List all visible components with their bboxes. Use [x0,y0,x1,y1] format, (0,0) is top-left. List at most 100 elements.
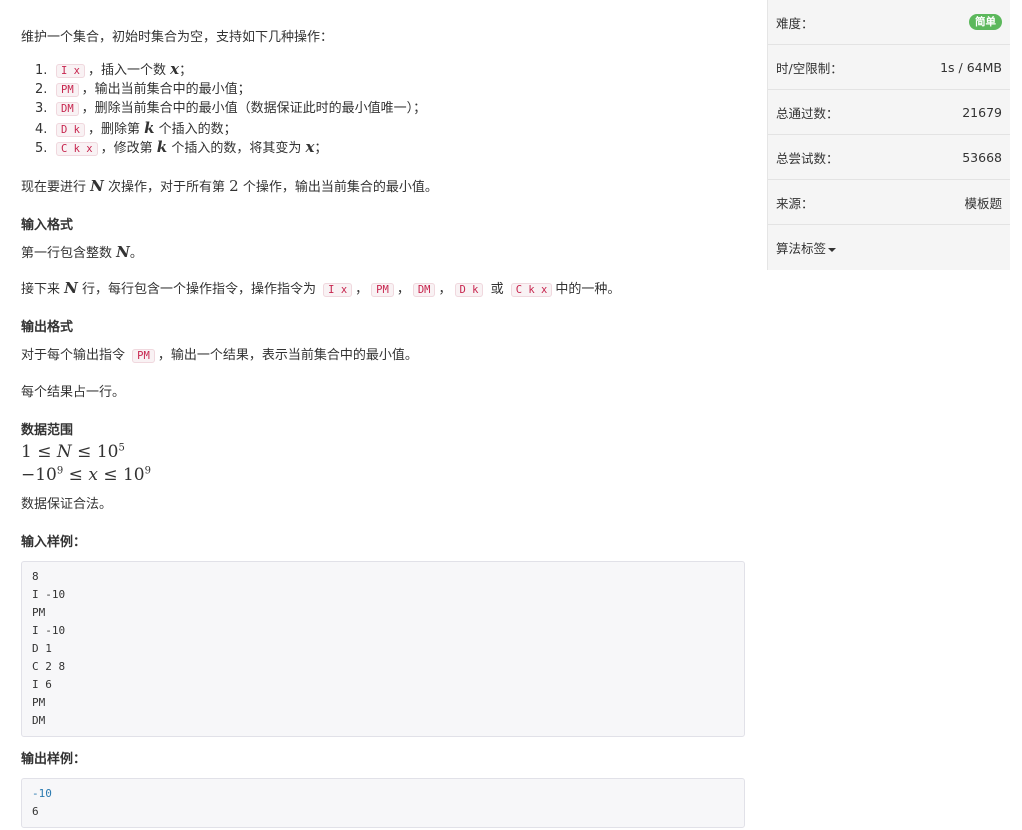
code-line: 6 [32,805,39,818]
code-line: 8 [32,570,39,583]
code-snippet: D k [454,283,484,297]
math-operator: ≤ [68,465,83,485]
math-var: x [88,465,98,485]
input-line-2: 接下来 N 行，每行包含一个操作指令，操作指令为 I x， PM， DM， D k 或… [21,278,620,297]
input-format-heading: 输入格式 [21,218,74,233]
code-snippet: PM [371,283,394,297]
math-number: 1 [21,442,32,462]
tried-row: 总尝试数： 53668 [768,135,1010,180]
math-number: −10 [21,465,57,485]
code-snippet: PM [132,349,155,363]
output-text: ，输出一个结果，表示当前集合中的最小值。 [157,348,418,363]
code-snippet: C k x [510,283,553,297]
sample-input-heading: 输入样例： [21,535,87,550]
operation-text: ，插入一个数 [87,63,166,78]
code-snippet: DM [56,102,79,116]
tags-dropdown[interactable]: 算法标签 [776,238,837,257]
output-line-2: 每个结果占一行。 [21,385,126,400]
code-line: C 2 8 [32,660,66,673]
summary-text: 个操作，输出当前集合的最小值。 [242,180,438,195]
separator: ， [396,282,410,297]
operation-item: 2. PM ，输出当前集合中的最小值； [35,80,426,100]
math-number: 2 [229,177,239,195]
tags-label: 算法标签 [776,241,827,256]
tried-value: 53668 [962,149,1002,165]
math-var: x [170,60,180,78]
operation-item: 1. I x ，插入一个数 x； [35,60,426,80]
problem-info-sidebar: 难度： 简单 时/空限制： 1s / 64MB 总通过数： 21679 总尝试数… [767,0,1010,270]
operation-item: 3. DM ，删除当前集合中的最小值（数据保证此时的最小值唯一）； [35,99,426,119]
code-line: D 1 [32,642,52,655]
operation-text: 个插入的数； [158,121,237,137]
code-snippet: D k [56,122,85,137]
source-label: 来源： [776,195,814,211]
operation-text: ，删除第 [87,121,140,137]
tried-label: 总尝试数： [776,150,839,166]
tags-row[interactable]: 算法标签 [768,225,1010,270]
sample-output-heading: 输出样例： [21,752,87,767]
operation-item: 4. D k ，删除第 k 个插入的数； [35,119,426,139]
math-var: N [64,279,78,297]
sample-input-box[interactable]: 8 I -10 PM I -10 D 1 C 2 8 I 6 PM DM [21,561,745,737]
operation-text: ； [314,141,328,156]
math-var: N [90,177,104,195]
math-var: k [156,138,168,156]
code-line: PM [32,696,46,709]
list-number: 1. [35,63,48,78]
math-operator: ≤ [37,442,52,462]
math-number: 10 [96,442,119,462]
separator: ， [438,282,452,297]
passed-value: 21679 [962,104,1002,120]
list-number: 2. [35,81,48,97]
difficulty-label: 难度： [776,15,814,31]
input-text: 接下来 [21,282,61,297]
input-line-1: 第一行包含整数 N。 [21,242,143,261]
code-line: I -10 [32,588,66,601]
code-line: DM [32,714,46,727]
output-line-1: 对于每个输出指令 PM ，输出一个结果，表示当前集合中的最小值。 [21,344,418,363]
code-snippet: C k x [56,142,98,156]
operation-text: 个插入的数，将其变为 [171,141,302,156]
range-n: 1 ≤ N ≤ 105 [21,442,125,462]
difficulty-row: 难度： 简单 [768,0,1010,45]
code-line: -10 [32,787,52,800]
math-var: N [56,442,72,462]
limit-value: 1s / 64MB [940,59,1002,75]
input-text: 行，每行包含一个操作指令，操作指令为 [82,282,317,297]
summary-text: 次操作，对于所有第 [108,180,226,195]
code-snippet: DM [412,283,436,297]
code-line: I -10 [32,624,66,637]
passed-row: 总通过数： 21679 [768,90,1010,135]
math-exponent: 9 [56,465,64,477]
range-note: 数据保证合法。 [21,497,113,512]
math-operator: ≤ [77,442,92,462]
limit-row: 时/空限制： 1s / 64MB [768,45,1010,90]
operation-text: ，删除当前集合中的最小值（数据保证此时的最小值唯一）； [81,101,427,116]
difficulty-badge: 简单 [969,14,1002,30]
output-text: 对于每个输出指令 [21,348,126,363]
input-text: 第一行包含整数 [21,246,113,261]
list-number: 4. [35,121,48,137]
sample-output-box[interactable]: -10 6 [21,778,745,828]
list-number: 5. [35,141,48,156]
math-var: N [116,243,130,261]
source-row: 来源： 模板题 [768,180,1010,225]
operation-item: 5. C k x ，修改第 k 个插入的数，将其变为 x； [35,138,426,158]
math-operator: ≤ [103,465,118,485]
summary-text: 现在要进行 [21,180,87,195]
math-var: k [144,118,155,137]
code-line: PM [32,606,46,619]
operation-list: 1. I x ，插入一个数 x； 2. PM ，输出当前集合中的最小值； 3. DM ，删除… [21,60,426,158]
operation-text: ，输出当前集合中的最小值； [81,81,251,97]
list-number: 3. [35,101,48,116]
caret-down-icon [828,247,837,252]
output-format-heading: 输出格式 [21,320,74,335]
source-value[interactable]: 模板题 [964,193,1002,212]
range-x: −109 ≤ x ≤ 109 [21,465,151,485]
math-exponent: 5 [118,442,125,454]
limit-label: 时/空限制： [776,60,843,76]
input-text: 中的一种。 [555,282,621,297]
operation-text: ； [179,63,193,78]
math-number: 10 [122,465,145,485]
math-exponent: 9 [144,465,151,477]
